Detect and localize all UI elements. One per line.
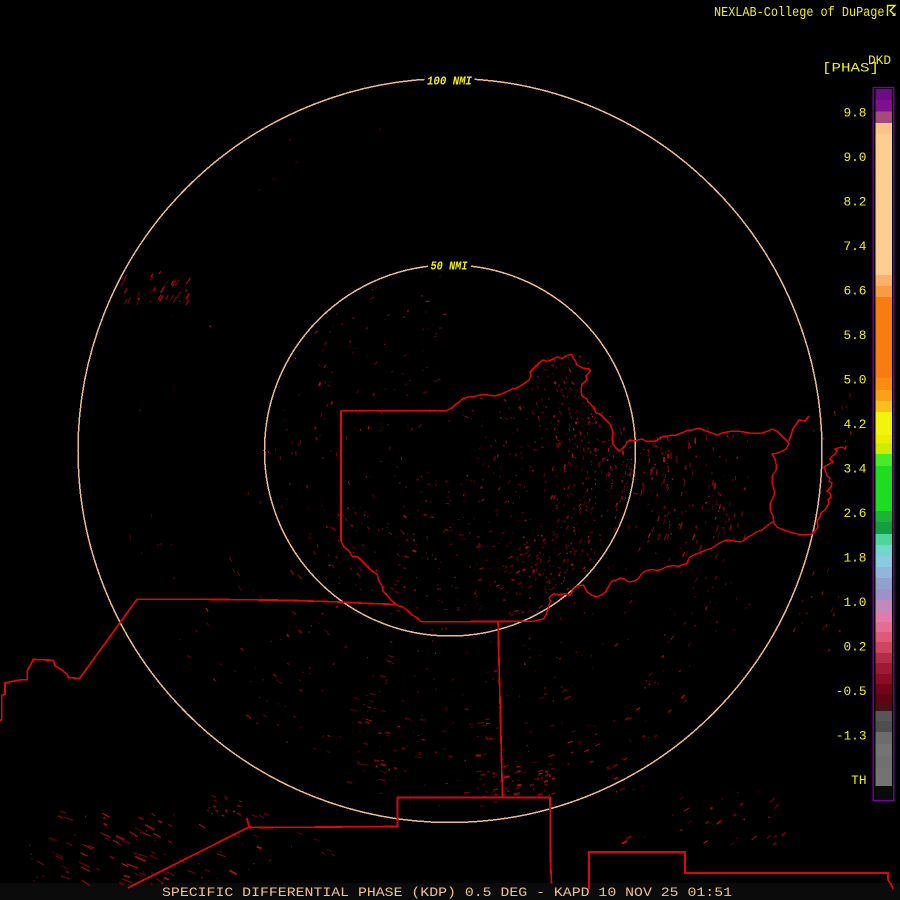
svg-text:6.6: 6.6 [843, 284, 866, 299]
svg-text:2.6: 2.6 [843, 506, 866, 521]
svg-text:100 NMI: 100 NMI [427, 75, 473, 89]
svg-text:5.0: 5.0 [843, 373, 866, 388]
svg-text:1.8: 1.8 [843, 551, 866, 566]
svg-text:9.8: 9.8 [843, 106, 866, 121]
svg-text:0.2: 0.2 [843, 640, 866, 655]
svg-text:1.0: 1.0 [843, 595, 866, 610]
svg-text:SPECIFIC DIFFERENTIAL PHASE (K: SPECIFIC DIFFERENTIAL PHASE (KDP) 0.5 DE… [162, 885, 732, 900]
svg-text:-0.5: -0.5 [836, 684, 867, 699]
svg-text:8.2: 8.2 [843, 195, 866, 210]
svg-text:5.8: 5.8 [843, 328, 866, 343]
svg-text:NEXLAB-College of DuPage: NEXLAB-College of DuPage [714, 5, 885, 21]
svg-text:3.4: 3.4 [843, 462, 866, 477]
svg-text:-1.3: -1.3 [836, 729, 867, 744]
svg-text:[PHAS]: [PHAS] [822, 61, 879, 76]
svg-text:4.2: 4.2 [843, 417, 866, 432]
svg-text:9.0: 9.0 [843, 150, 866, 165]
svg-text:50 NMI: 50 NMI [431, 260, 469, 274]
svg-text:7.4: 7.4 [843, 239, 866, 254]
svg-text:TH: TH [851, 773, 866, 788]
